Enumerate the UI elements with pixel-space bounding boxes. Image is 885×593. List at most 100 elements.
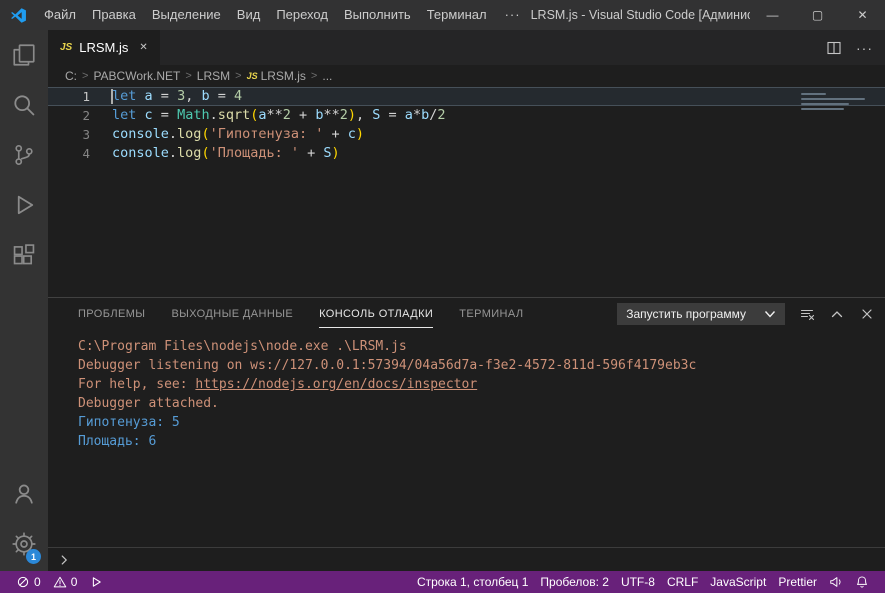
menu-more-button[interactable]: ··· bbox=[495, 0, 531, 30]
code-text: let c = Math.sqrt(a**2 + b**2), S = a*b/… bbox=[112, 106, 446, 125]
debug-repl-input[interactable] bbox=[48, 547, 885, 571]
run-debug-icon bbox=[12, 193, 36, 217]
panel-tab-output[interactable]: ВЫХОДНЫЕ ДАННЫЕ bbox=[171, 301, 293, 328]
activity-extensions-button[interactable] bbox=[0, 230, 48, 280]
breadcrumb-separator: > bbox=[230, 70, 246, 82]
feedback-icon bbox=[829, 575, 843, 589]
panel-tab-problems[interactable]: ПРОБЛЕМЫ bbox=[78, 301, 145, 328]
activity-bar-bottom: 1 bbox=[0, 469, 48, 571]
menu-run[interactable]: Выполнить bbox=[336, 0, 419, 30]
breadcrumb-drive[interactable]: C: bbox=[65, 69, 77, 83]
status-cursor-position[interactable]: Строка 1, столбец 1 bbox=[411, 571, 534, 593]
status-debug-status[interactable] bbox=[83, 571, 109, 593]
line-number[interactable]: 4 bbox=[48, 144, 90, 163]
minimap-line bbox=[801, 93, 826, 95]
console-line-1: C:\Program Files\nodejs\node.exe .\LRSM.… bbox=[78, 337, 885, 356]
maximize-panel-icon[interactable] bbox=[829, 306, 845, 322]
tab-close-icon[interactable]: ✕ bbox=[139, 42, 147, 53]
status-bar-left: 00 bbox=[10, 571, 109, 593]
menu-selection[interactable]: Выделение bbox=[144, 0, 229, 30]
panel-tab-terminal[interactable]: ТЕРМИНАЛ bbox=[459, 301, 523, 328]
minimize-button[interactable]: — bbox=[750, 0, 795, 30]
panel-header: ПРОБЛЕМЫ ВЫХОДНЫЕ ДАННЫЕ КОНСОЛЬ ОТЛАДКИ ТЕ… bbox=[48, 298, 885, 330]
menu-file[interactable]: Файл bbox=[36, 0, 84, 30]
console-line-5: Гипотенуза: 5 bbox=[78, 413, 885, 432]
code-line-1[interactable]: 1 let a = 3, b = 4 bbox=[48, 87, 885, 106]
activity-account-button[interactable] bbox=[0, 469, 48, 519]
status-errors-label: 0 bbox=[34, 575, 41, 589]
breadcrumb-file-lrsm-js[interactable]: JSLRSM.js bbox=[247, 69, 306, 83]
minimap-line bbox=[801, 98, 865, 100]
activity-run-debug-button[interactable] bbox=[0, 180, 48, 230]
activity-source-control-button[interactable] bbox=[0, 130, 48, 180]
menu-view[interactable]: Вид bbox=[229, 0, 269, 30]
breadcrumb-label: ... bbox=[322, 69, 332, 83]
line-number[interactable]: 1 bbox=[48, 87, 90, 106]
code-text: console.log('Площадь: ' + S) bbox=[112, 144, 340, 163]
code-line-4[interactable]: 4 console.log('Площадь: ' + S) bbox=[48, 144, 885, 163]
debug-console-output[interactable]: C:\Program Files\nodejs\node.exe .\LRSM.… bbox=[48, 330, 885, 547]
launch-config-select[interactable]: Запустить программу bbox=[617, 303, 785, 325]
status-formatter[interactable]: Prettier bbox=[772, 571, 823, 593]
menu-terminal[interactable]: Терминал bbox=[419, 0, 495, 30]
editor-actions: ··· bbox=[826, 30, 885, 65]
breadcrumb-symbol-picker[interactable]: ... bbox=[322, 69, 332, 83]
maximize-button[interactable]: ▢ bbox=[795, 0, 840, 30]
vscode-logo-icon bbox=[0, 7, 36, 24]
extensions-icon bbox=[12, 243, 36, 267]
status-indentation[interactable]: Пробелов: 2 bbox=[534, 571, 615, 593]
code-line-3[interactable]: 3console.log('Гипотенуза: ' + c) bbox=[48, 125, 885, 144]
code-text: let a = 3, b = 4 bbox=[112, 87, 242, 106]
code-line-2[interactable]: 2 let c = Math.sqrt(a**2 + b**2), S = a*b… bbox=[48, 106, 885, 125]
breadcrumb-separator: > bbox=[180, 70, 196, 82]
minimap-line bbox=[801, 103, 849, 105]
breadcrumb: C:>PABCWork.NET>LRSM>JSLRSM.js>... bbox=[48, 65, 885, 87]
console-line-2: Debugger listening on ws://127.0.0.1:573… bbox=[78, 356, 885, 375]
close-panel-icon[interactable] bbox=[859, 306, 875, 322]
status-cursor-position-label: Строка 1, столбец 1 bbox=[417, 575, 528, 589]
panel: ПРОБЛЕМЫ ВЫХОДНЫЕ ДАННЫЕ КОНСОЛЬ ОТЛАДКИ ТЕ… bbox=[48, 297, 885, 571]
line-number[interactable]: 2 bbox=[48, 106, 90, 125]
more-actions-icon[interactable]: ··· bbox=[856, 40, 873, 56]
status-indentation-label: Пробелов: 2 bbox=[540, 575, 609, 589]
status-warnings[interactable]: 0 bbox=[47, 571, 84, 593]
source-control-icon bbox=[12, 143, 36, 167]
menu-edit[interactable]: Правка bbox=[84, 0, 144, 30]
status-notifications[interactable] bbox=[849, 571, 875, 593]
chevron-right-icon bbox=[57, 553, 71, 567]
editor-tab-bar: JS LRSM.js ✕ ··· bbox=[48, 30, 885, 65]
status-errors[interactable]: 0 bbox=[10, 571, 47, 593]
console-link[interactable]: https://nodejs.org/en/docs/inspector bbox=[195, 377, 477, 392]
breadcrumb-label: C: bbox=[65, 69, 77, 83]
activity-bar: 1 bbox=[0, 30, 48, 571]
breadcrumb-folder-lrsm[interactable]: LRSM bbox=[197, 69, 230, 83]
status-eol[interactable]: CRLF bbox=[661, 571, 704, 593]
status-warnings-label: 0 bbox=[71, 575, 78, 589]
clear-console-icon[interactable] bbox=[799, 306, 815, 322]
circle-slash-icon bbox=[16, 575, 30, 589]
explorer-icon bbox=[12, 43, 36, 67]
panel-tab-debug-console[interactable]: КОНСОЛЬ ОТЛАДКИ bbox=[319, 301, 433, 328]
minimap[interactable] bbox=[801, 90, 873, 113]
status-language-mode[interactable]: JavaScript bbox=[704, 571, 772, 593]
activity-explorer-button[interactable] bbox=[0, 30, 48, 80]
status-encoding[interactable]: UTF-8 bbox=[615, 571, 661, 593]
menu-go[interactable]: Переход bbox=[268, 0, 336, 30]
panel-tabs: ПРОБЛЕМЫ ВЫХОДНЫЕ ДАННЫЕ КОНСОЛЬ ОТЛАДКИ ТЕ… bbox=[78, 301, 550, 328]
split-editor-icon[interactable] bbox=[826, 40, 842, 56]
breadcrumb-folder-pabcwork[interactable]: PABCWork.NET bbox=[93, 69, 180, 83]
close-button[interactable]: ✕ bbox=[840, 0, 885, 30]
line-number[interactable]: 3 bbox=[48, 125, 90, 144]
activity-bar-top bbox=[0, 30, 48, 280]
activity-settings-button[interactable]: 1 bbox=[0, 519, 48, 569]
title-bar: ФайлПравкаВыделениеВидПереходВыполнитьТе… bbox=[0, 0, 885, 30]
status-feedback[interactable] bbox=[823, 571, 849, 593]
status-bar: 00 Строка 1, столбец 1Пробелов: 2UTF-8CR… bbox=[0, 571, 885, 593]
javascript-file-icon: JS bbox=[247, 71, 258, 81]
tab-lrsm-js[interactable]: JS LRSM.js ✕ bbox=[48, 30, 160, 65]
panel-actions: Запустить программу bbox=[617, 303, 875, 325]
breadcrumb-separator: > bbox=[77, 70, 93, 82]
launch-config-label: Запустить программу bbox=[626, 307, 746, 321]
editor[interactable]: 1 let a = 3, b = 4 2 let c = Math.sqrt(a**2… bbox=[48, 87, 885, 297]
activity-search-button[interactable] bbox=[0, 80, 48, 130]
